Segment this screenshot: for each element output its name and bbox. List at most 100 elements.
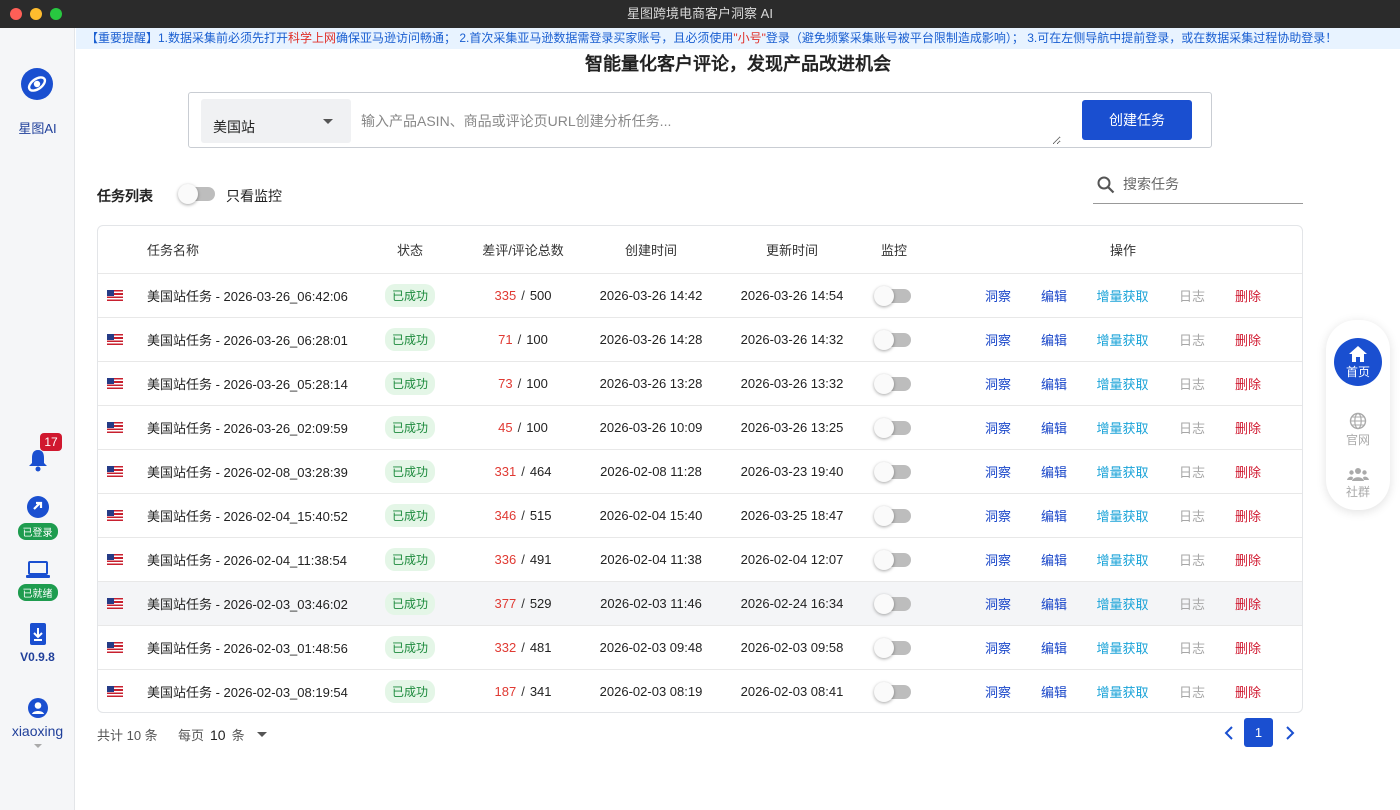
- edit-link[interactable]: 编辑: [1034, 450, 1074, 493]
- monitor-toggle[interactable]: [874, 406, 914, 449]
- created-time: 2026-03-26 14:42: [599, 288, 703, 303]
- caret-down-icon: [323, 119, 333, 124]
- dock-home-button[interactable]: 首页: [1334, 338, 1382, 386]
- col-header-monitor: 监控: [880, 243, 907, 258]
- log-link[interactable]: 日志: [1172, 670, 1212, 712]
- site-select[interactable]: 美国站: [201, 99, 351, 143]
- delete-link[interactable]: 删除: [1228, 582, 1268, 625]
- create-task-button[interactable]: 创建任务: [1082, 100, 1192, 140]
- incremental-fetch-link[interactable]: 增量获取: [1090, 274, 1155, 317]
- insight-link[interactable]: 洞察: [978, 670, 1018, 712]
- insight-link[interactable]: 洞察: [978, 538, 1018, 581]
- table-row[interactable]: 美国站任务 - 2026-03-26_02:09:59 已成功 45/100 2026…: [98, 405, 1302, 449]
- monitor-toggle[interactable]: [874, 538, 914, 581]
- table-row[interactable]: 美国站任务 - 2026-02-04_15:40:52 已成功 346/515 202…: [98, 493, 1302, 537]
- table-row[interactable]: 美国站任务 - 2026-02-04_11:38:54 已成功 336/491 202…: [98, 537, 1302, 581]
- account-login-button[interactable]: 已登录: [0, 495, 75, 540]
- delete-link[interactable]: 删除: [1228, 406, 1268, 449]
- delete-link[interactable]: 删除: [1228, 274, 1268, 317]
- delete-link[interactable]: 删除: [1228, 626, 1268, 669]
- updated-time: 2026-03-26 14:32: [740, 332, 844, 347]
- monitor-toggle[interactable]: [874, 274, 914, 317]
- log-link[interactable]: 日志: [1172, 406, 1212, 449]
- insight-link[interactable]: 洞察: [978, 274, 1018, 317]
- incremental-fetch-link[interactable]: 增量获取: [1090, 318, 1155, 361]
- close-window-button[interactable]: [10, 8, 22, 20]
- page-1-button[interactable]: 1: [1244, 718, 1273, 747]
- table-row[interactable]: 美国站任务 - 2026-02-08_03:28:39 已成功 331/464 202…: [98, 449, 1302, 493]
- monitor-toggle[interactable]: [874, 494, 914, 537]
- edit-link[interactable]: 编辑: [1034, 318, 1074, 361]
- edit-link[interactable]: 编辑: [1034, 274, 1074, 317]
- insight-link[interactable]: 洞察: [978, 450, 1018, 493]
- log-link[interactable]: 日志: [1172, 274, 1212, 317]
- minimize-window-button[interactable]: [30, 8, 42, 20]
- log-link[interactable]: 日志: [1172, 318, 1212, 361]
- table-row[interactable]: 美国站任务 - 2026-02-03_08:19:54 已成功 187/341 202…: [98, 669, 1302, 712]
- monitor-only-toggle[interactable]: [178, 184, 215, 206]
- table-row[interactable]: 美国站任务 - 2026-03-26_05:28:14 已成功 73/100 2026…: [98, 361, 1302, 405]
- insight-link[interactable]: 洞察: [978, 626, 1018, 669]
- incremental-fetch-link[interactable]: 增量获取: [1090, 406, 1155, 449]
- monitor-toggle[interactable]: [874, 670, 914, 712]
- table-row[interactable]: 美国站任务 - 2026-02-03_03:46:02 已成功 377/529 202…: [98, 581, 1302, 625]
- log-link[interactable]: 日志: [1172, 626, 1212, 669]
- monitor-toggle[interactable]: [874, 626, 914, 669]
- asin-url-input[interactable]: [361, 101, 1061, 145]
- delete-link[interactable]: 删除: [1228, 670, 1268, 712]
- page-size-select[interactable]: 每页 10 条: [178, 725, 267, 744]
- delete-link[interactable]: 删除: [1228, 362, 1268, 405]
- insight-link[interactable]: 洞察: [978, 318, 1018, 361]
- edit-link[interactable]: 编辑: [1034, 362, 1074, 405]
- negative-review-count: 377: [494, 596, 517, 611]
- maximize-window-button[interactable]: [50, 8, 62, 20]
- log-link[interactable]: 日志: [1172, 494, 1212, 537]
- logo-icon[interactable]: [21, 68, 53, 100]
- table-row[interactable]: 美国站任务 - 2026-03-26_06:28:01 已成功 71/100 2026…: [98, 317, 1302, 361]
- incremental-fetch-link[interactable]: 增量获取: [1090, 450, 1155, 493]
- table-row[interactable]: 美国站任务 - 2026-02-03_01:48:56 已成功 332/481 202…: [98, 625, 1302, 669]
- edit-link[interactable]: 编辑: [1034, 494, 1074, 537]
- log-link[interactable]: 日志: [1172, 582, 1212, 625]
- incremental-fetch-link[interactable]: 增量获取: [1090, 670, 1155, 712]
- monitor-toggle[interactable]: [874, 318, 914, 361]
- edit-link[interactable]: 编辑: [1034, 626, 1074, 669]
- monitor-toggle[interactable]: [874, 362, 914, 405]
- total-review-count: 464: [529, 464, 552, 479]
- incremental-fetch-link[interactable]: 增量获取: [1090, 538, 1155, 581]
- insight-link[interactable]: 洞察: [978, 362, 1018, 405]
- task-search-input[interactable]: [1123, 172, 1298, 196]
- created-time: 2026-02-03 09:48: [599, 640, 703, 655]
- task-name: 美国站任务 - 2026-02-04_15:40:52: [147, 509, 348, 524]
- log-link[interactable]: 日志: [1172, 362, 1212, 405]
- prev-page-button[interactable]: [1222, 725, 1236, 741]
- dock-community-button[interactable]: 社群: [1326, 466, 1390, 500]
- incremental-fetch-link[interactable]: 增量获取: [1090, 626, 1155, 669]
- incremental-fetch-link[interactable]: 增量获取: [1090, 582, 1155, 625]
- log-link[interactable]: 日志: [1172, 538, 1212, 581]
- monitor-toggle[interactable]: [874, 450, 914, 493]
- delete-link[interactable]: 删除: [1228, 450, 1268, 493]
- device-button[interactable]: 已就绪: [0, 560, 75, 601]
- log-link[interactable]: 日志: [1172, 450, 1212, 493]
- insight-link[interactable]: 洞察: [978, 494, 1018, 537]
- edit-link[interactable]: 编辑: [1034, 538, 1074, 581]
- delete-link[interactable]: 删除: [1228, 318, 1268, 361]
- insight-link[interactable]: 洞察: [978, 582, 1018, 625]
- total-review-count: 515: [529, 508, 552, 523]
- edit-link[interactable]: 编辑: [1034, 582, 1074, 625]
- delete-link[interactable]: 删除: [1228, 494, 1268, 537]
- notification-button[interactable]: [0, 448, 75, 472]
- delete-link[interactable]: 删除: [1228, 538, 1268, 581]
- edit-link[interactable]: 编辑: [1034, 670, 1074, 712]
- next-page-button[interactable]: [1283, 725, 1297, 741]
- monitor-toggle[interactable]: [874, 582, 914, 625]
- incremental-fetch-link[interactable]: 增量获取: [1090, 362, 1155, 405]
- dock-website-button[interactable]: 官网: [1326, 412, 1390, 448]
- user-menu[interactable]: xiaoxing: [0, 697, 75, 750]
- incremental-fetch-link[interactable]: 增量获取: [1090, 494, 1155, 537]
- table-row[interactable]: 美国站任务 - 2026-03-26_06:42:06 已成功 335/500 202…: [98, 273, 1302, 317]
- edit-link[interactable]: 编辑: [1034, 406, 1074, 449]
- insight-link[interactable]: 洞察: [978, 406, 1018, 449]
- update-button[interactable]: V0.9.8: [0, 622, 75, 664]
